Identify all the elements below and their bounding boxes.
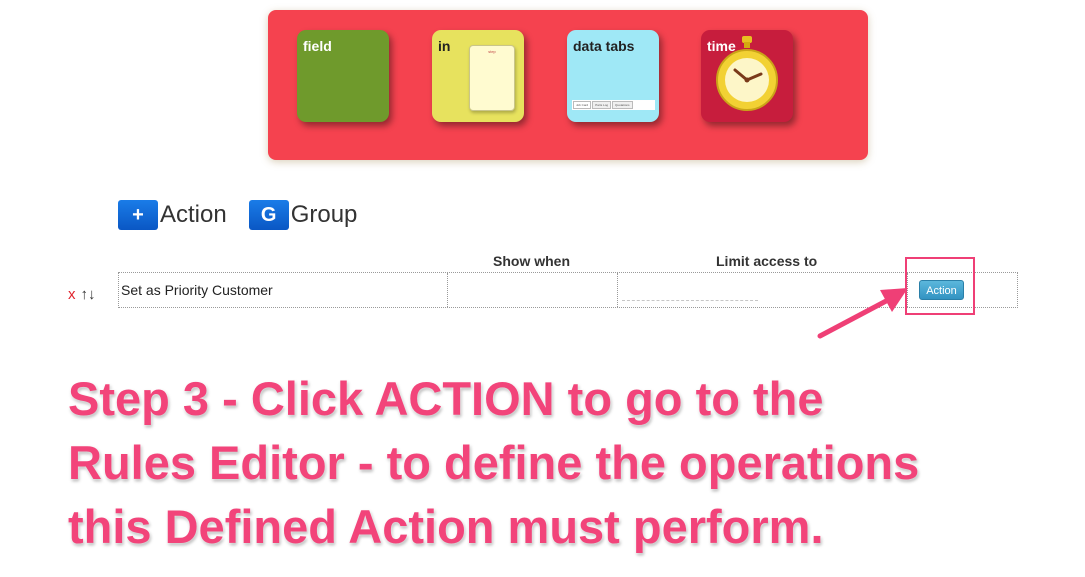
tile-data-tabs[interactable]: data tabs Job Card Parts Log Quotations [567,30,659,122]
arrow-up-icon[interactable]: ↑ [81,286,89,303]
tile-time[interactable]: time [701,30,793,122]
annotation-line: Step 3 - Click ACTION to go to the [68,372,824,425]
tile-in-label: in [438,38,451,54]
tile-in[interactable]: in step [432,30,524,122]
annotation-line: this Defined Action must perform. [68,500,824,553]
add-bar: + Action G Group [118,200,357,230]
tile-field-label: field [303,38,332,54]
plus-icon[interactable]: + [118,200,158,230]
column-header-show-when: Show when [493,253,570,269]
tile-data-tabs-label: data tabs [573,38,635,54]
mini-tab: Quotations [612,101,633,109]
row-controls: x ↑↓ [68,286,96,303]
tile-field[interactable]: field [297,30,389,122]
paper-word: step [488,49,496,54]
add-group-button[interactable]: Group [291,201,358,229]
arrow-down-icon[interactable]: ↓ [88,286,96,303]
annotation-line: Rules Editor - to define the operations [68,436,920,489]
mini-tab: Parts Log [592,101,612,109]
group-icon[interactable]: G [248,200,289,230]
action-name-cell[interactable]: Set as Priority Customer [119,273,448,307]
toolbox-panel: field in step data tabs Job Card Parts L… [268,10,868,160]
tile-time-label: time [707,38,736,54]
step-annotation: Step 3 - Click ACTION to go to the Rules… [68,367,1068,559]
paper-icon: step [469,45,515,111]
add-action-button[interactable]: Action [160,201,227,229]
show-when-cell[interactable] [448,273,618,307]
column-header-limit-access: Limit access to [716,253,818,269]
mini-tab: Job Card [573,101,592,109]
limit-access-field[interactable] [622,300,758,301]
mini-tabs-preview: Job Card Parts Log Quotations [572,100,655,110]
delete-row-button[interactable]: x [68,286,76,303]
pointer-arrow-icon [817,288,908,339]
